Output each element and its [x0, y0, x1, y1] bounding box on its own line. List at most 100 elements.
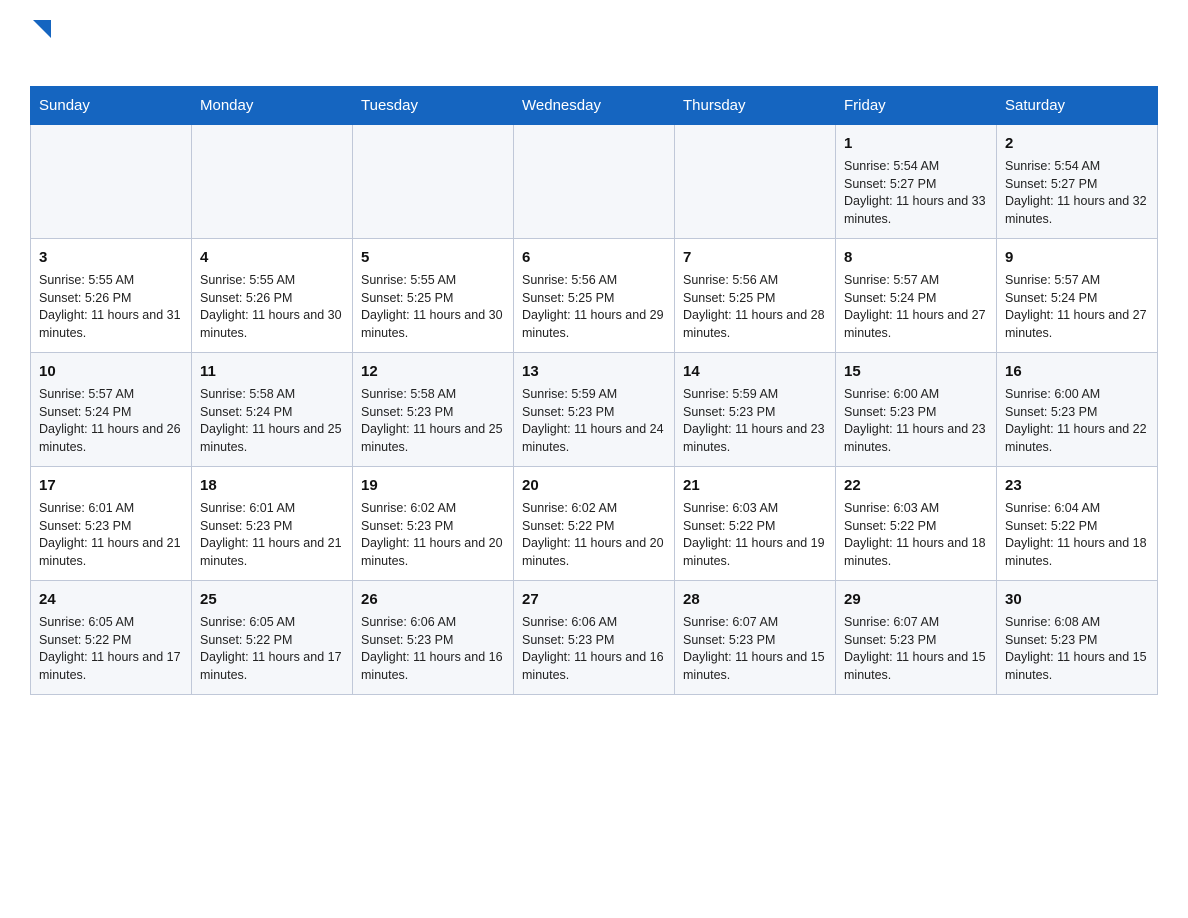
day-info: Sunrise: 5:55 AMSunset: 5:26 PMDaylight:…	[200, 272, 344, 342]
day-number: 17	[39, 475, 183, 496]
calendar-cell: 8 Sunrise: 5:57 AMSunset: 5:24 PMDaylight…	[836, 239, 997, 353]
calendar-cell: 12Sunrise: 5:58 AMSunset: 5:23 PMDayligh…	[353, 353, 514, 467]
day-number: 13	[522, 361, 666, 382]
day-number: 2	[1005, 133, 1149, 154]
calendar-cell: 20 Sunrise: 6:02 AMSunset: 5:22 PMDayligh…	[514, 467, 675, 581]
calendar-cell: 23 Sunrise: 6:04 AMSunset: 5:22 PMDayligh…	[997, 467, 1158, 581]
day-header-sunday: Sunday	[31, 87, 192, 125]
calendar-cell: 13 Sunrise: 5:59 AMSunset: 5:23 PMDayligh…	[514, 353, 675, 467]
calendar-cell	[514, 125, 675, 239]
day-header-saturday: Saturday	[997, 87, 1158, 125]
day-info: Sunrise: 6:08 AMSunset: 5:23 PMDaylight:…	[1005, 614, 1149, 684]
day-number: 5	[361, 247, 505, 268]
day-number: 15	[844, 361, 988, 382]
day-header-wednesday: Wednesday	[514, 87, 675, 125]
calendar-cell: 28Sunrise: 6:07 AMSunset: 5:23 PMDayligh…	[675, 581, 836, 695]
day-info: Sunrise: 5:59 AMSunset: 5:23 PMDaylight:…	[683, 386, 827, 456]
day-number: 16	[1005, 361, 1149, 382]
day-info: Sunrise: 6:07 AMSunset: 5:23 PMDaylight:…	[844, 614, 988, 684]
day-number: 6	[522, 247, 666, 268]
day-info: Sunrise: 5:57 AMSunset: 5:24 PMDaylight:…	[39, 386, 183, 456]
days-of-week-row: SundayMondayTuesdayWednesdayThursdayFrid…	[31, 87, 1158, 125]
day-info: Sunrise: 6:02 AMSunset: 5:22 PMDaylight:…	[522, 500, 666, 570]
calendar-cell: 9 Sunrise: 5:57 AMSunset: 5:24 PMDaylight…	[997, 239, 1158, 353]
day-info: Sunrise: 5:57 AMSunset: 5:24 PMDaylight:…	[844, 272, 988, 342]
day-number: 3	[39, 247, 183, 268]
day-number: 4	[200, 247, 344, 268]
calendar-cell: 27 Sunrise: 6:06 AMSunset: 5:23 PMDayligh…	[514, 581, 675, 695]
day-number: 18	[200, 475, 344, 496]
calendar-body: 1 Sunrise: 5:54 AMSunset: 5:27 PMDaylight…	[31, 125, 1158, 695]
day-number: 24	[39, 589, 183, 610]
day-number: 20	[522, 475, 666, 496]
day-info: Sunrise: 5:54 AMSunset: 5:27 PMDaylight:…	[844, 158, 988, 228]
calendar-cell: 24 Sunrise: 6:05 AMSunset: 5:22 PMDayligh…	[31, 581, 192, 695]
calendar-cell: 22 Sunrise: 6:03 AMSunset: 5:22 PMDayligh…	[836, 467, 997, 581]
day-number: 27	[522, 589, 666, 610]
day-info: Sunrise: 6:03 AMSunset: 5:22 PMDaylight:…	[683, 500, 827, 570]
day-number: 23	[1005, 475, 1149, 496]
day-info: Sunrise: 5:59 AMSunset: 5:23 PMDaylight:…	[522, 386, 666, 456]
logo	[30, 20, 62, 66]
calendar-cell: 14 Sunrise: 5:59 AMSunset: 5:23 PMDayligh…	[675, 353, 836, 467]
week-row-5: 24 Sunrise: 6:05 AMSunset: 5:22 PMDayligh…	[31, 581, 1158, 695]
logo-blue-row	[30, 43, 62, 66]
day-info: Sunrise: 5:56 AMSunset: 5:25 PMDaylight:…	[683, 272, 827, 342]
day-info: Sunrise: 6:05 AMSunset: 5:22 PMDaylight:…	[39, 614, 183, 684]
calendar-cell	[675, 125, 836, 239]
day-info: Sunrise: 6:06 AMSunset: 5:23 PMDaylight:…	[522, 614, 666, 684]
calendar-cell: 4 Sunrise: 5:55 AMSunset: 5:26 PMDaylight…	[192, 239, 353, 353]
week-row-2: 3 Sunrise: 5:55 AMSunset: 5:26 PMDaylight…	[31, 239, 1158, 353]
calendar-cell: 7 Sunrise: 5:56 AMSunset: 5:25 PMDaylight…	[675, 239, 836, 353]
day-number: 1	[844, 133, 988, 154]
day-number: 12	[361, 361, 505, 382]
day-number: 11	[200, 361, 344, 382]
day-info: Sunrise: 5:55 AMSunset: 5:26 PMDaylight:…	[39, 272, 183, 342]
week-row-3: 10 Sunrise: 5:57 AMSunset: 5:24 PMDayligh…	[31, 353, 1158, 467]
day-info: Sunrise: 5:56 AMSunset: 5:25 PMDaylight:…	[522, 272, 666, 342]
calendar-cell: 18 Sunrise: 6:01 AMSunset: 5:23 PMDayligh…	[192, 467, 353, 581]
calendar-cell: 19 Sunrise: 6:02 AMSunset: 5:23 PMDayligh…	[353, 467, 514, 581]
day-number: 10	[39, 361, 183, 382]
calendar-cell	[31, 125, 192, 239]
day-number: 8	[844, 247, 988, 268]
calendar-cell: 6 Sunrise: 5:56 AMSunset: 5:25 PMDaylight…	[514, 239, 675, 353]
calendar-cell: 26Sunrise: 6:06 AMSunset: 5:23 PMDayligh…	[353, 581, 514, 695]
day-number: 14	[683, 361, 827, 382]
calendar-cell: 17 Sunrise: 6:01 AMSunset: 5:23 PMDayligh…	[31, 467, 192, 581]
day-number: 30	[1005, 589, 1149, 610]
day-header-monday: Monday	[192, 87, 353, 125]
calendar-cell: 10 Sunrise: 5:57 AMSunset: 5:24 PMDayligh…	[31, 353, 192, 467]
day-info: Sunrise: 5:57 AMSunset: 5:24 PMDaylight:…	[1005, 272, 1149, 342]
day-info: Sunrise: 6:01 AMSunset: 5:23 PMDaylight:…	[200, 500, 344, 570]
day-number: 29	[844, 589, 988, 610]
calendar-table: SundayMondayTuesdayWednesdayThursdayFrid…	[30, 86, 1158, 695]
day-number: 9	[1005, 247, 1149, 268]
day-number: 22	[844, 475, 988, 496]
day-header-thursday: Thursday	[675, 87, 836, 125]
day-info: Sunrise: 6:05 AMSunset: 5:22 PMDaylight:…	[200, 614, 344, 684]
calendar-cell: 1 Sunrise: 5:54 AMSunset: 5:27 PMDaylight…	[836, 125, 997, 239]
day-info: Sunrise: 6:07 AMSunset: 5:23 PMDaylight:…	[683, 614, 827, 684]
day-number: 25	[200, 589, 344, 610]
calendar-cell: 11Sunrise: 5:58 AMSunset: 5:24 PMDayligh…	[192, 353, 353, 467]
day-info: Sunrise: 6:02 AMSunset: 5:23 PMDaylight:…	[361, 500, 505, 570]
logo-triangle-icon	[33, 20, 51, 43]
calendar-cell: 29 Sunrise: 6:07 AMSunset: 5:23 PMDayligh…	[836, 581, 997, 695]
calendar-cell: 30 Sunrise: 6:08 AMSunset: 5:23 PMDayligh…	[997, 581, 1158, 695]
calendar-cell	[353, 125, 514, 239]
calendar-cell: 21Sunrise: 6:03 AMSunset: 5:22 PMDayligh…	[675, 467, 836, 581]
calendar-cell: 16Sunrise: 6:00 AMSunset: 5:23 PMDayligh…	[997, 353, 1158, 467]
day-header-tuesday: Tuesday	[353, 87, 514, 125]
day-number: 7	[683, 247, 827, 268]
day-info: Sunrise: 5:55 AMSunset: 5:25 PMDaylight:…	[361, 272, 505, 342]
day-number: 19	[361, 475, 505, 496]
day-info: Sunrise: 5:54 AMSunset: 5:27 PMDaylight:…	[1005, 158, 1149, 228]
day-info: Sunrise: 6:03 AMSunset: 5:22 PMDaylight:…	[844, 500, 988, 570]
day-info: Sunrise: 6:06 AMSunset: 5:23 PMDaylight:…	[361, 614, 505, 684]
calendar-cell: 15Sunrise: 6:00 AMSunset: 5:23 PMDayligh…	[836, 353, 997, 467]
day-info: Sunrise: 6:04 AMSunset: 5:22 PMDaylight:…	[1005, 500, 1149, 570]
calendar-cell: 2 Sunrise: 5:54 AMSunset: 5:27 PMDaylight…	[997, 125, 1158, 239]
page-header	[30, 20, 1158, 66]
day-info: Sunrise: 6:01 AMSunset: 5:23 PMDaylight:…	[39, 500, 183, 570]
